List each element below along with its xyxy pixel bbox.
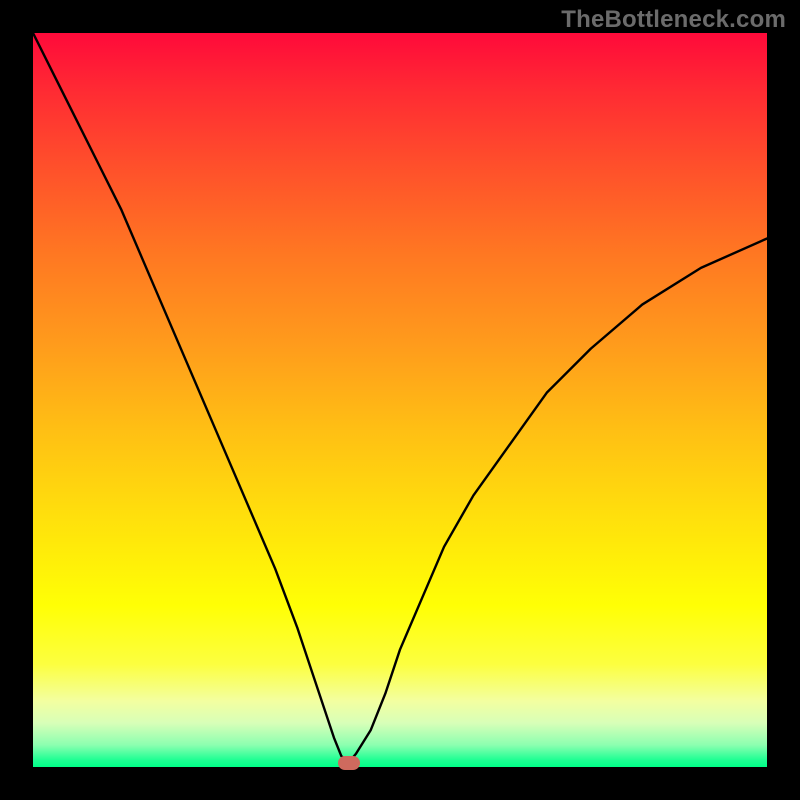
watermark-text: TheBottleneck.com [561, 6, 786, 34]
plot-area [33, 33, 767, 767]
chart-frame: TheBottleneck.com [0, 0, 800, 800]
optimal-point-marker [338, 756, 360, 770]
bottleneck-curve [33, 33, 767, 767]
